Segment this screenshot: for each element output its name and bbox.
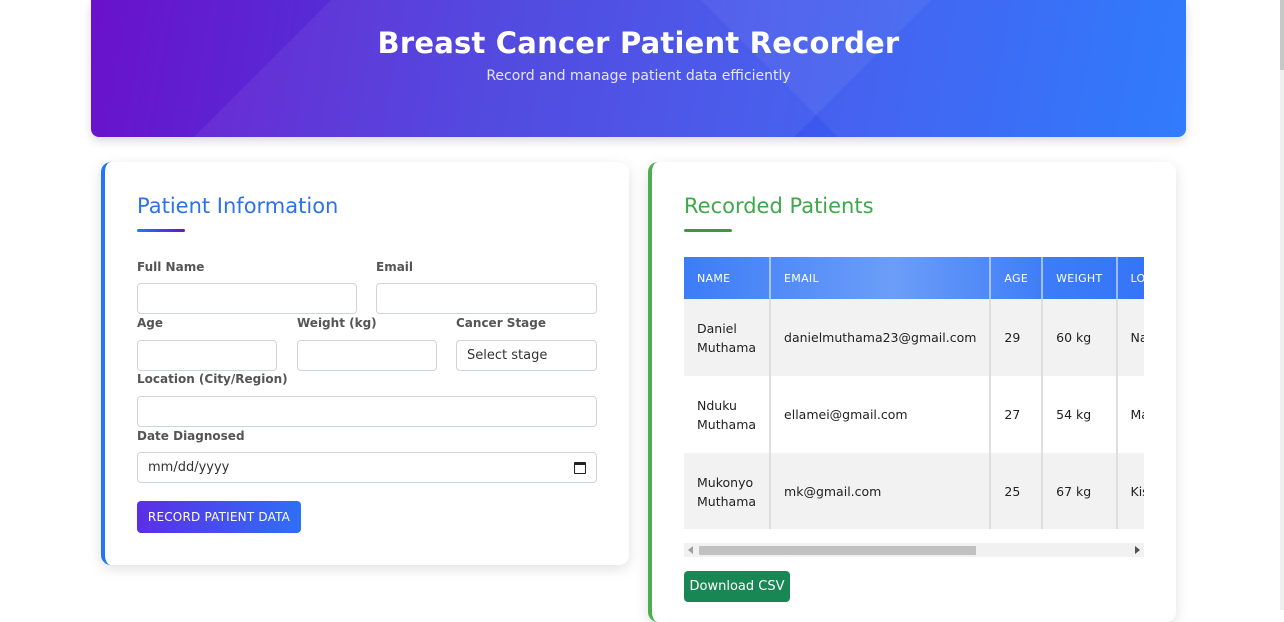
email-label: Email	[376, 260, 414, 274]
cell-age: 27	[990, 376, 1044, 453]
age-label: Age	[137, 316, 164, 330]
cell-location: Machakos	[1116, 376, 1144, 453]
cell-name: Daniel Muthama	[684, 299, 772, 376]
full-name-label: Full Name	[137, 260, 205, 274]
download-csv-button[interactable]: Download CSV	[684, 571, 790, 602]
cell-weight: 67 kg	[1042, 453, 1118, 529]
scroll-left-icon[interactable]	[688, 546, 693, 554]
records-title: Recorded Patients	[684, 194, 874, 218]
table-row: Mukonyo Muthama mk@gmail.com 25 67 kg Ki…	[684, 453, 1144, 529]
location-label: Location (City/Region)	[137, 372, 288, 386]
scroll-right-icon[interactable]	[1135, 546, 1140, 554]
email-input[interactable]	[376, 283, 597, 314]
column-header-age: AGE	[990, 257, 1044, 299]
cell-email: danielmuthama23@gmail.com	[770, 299, 992, 376]
calendar-icon[interactable]	[574, 461, 586, 474]
date-diagnosed-label: Date Diagnosed	[137, 429, 245, 443]
cancer-stage-select[interactable]: Select stage	[456, 340, 597, 371]
weight-input[interactable]	[297, 340, 437, 371]
page-scrollbar[interactable]	[1280, 0, 1284, 610]
scrollbar-thumb[interactable]	[699, 546, 976, 555]
weight-label: Weight (kg)	[297, 316, 377, 330]
column-header-location: LOCATION	[1116, 257, 1144, 299]
table-horizontal-scrollbar[interactable]	[684, 543, 1144, 557]
table-row: Nduku Muthama ellamei@gmail.com 27 54 kg…	[684, 376, 1144, 453]
cell-name: Mukonyo Muthama	[684, 453, 772, 529]
page-scrollbar-thumb[interactable]	[1280, 0, 1284, 70]
cell-weight: 54 kg	[1042, 376, 1118, 453]
cell-age: 29	[990, 299, 1044, 376]
patients-table: NAME EMAIL AGE WEIGHT LOCATION Daniel Mu…	[684, 257, 1144, 529]
form-title: Patient Information	[137, 194, 339, 218]
form-title-underline	[137, 229, 185, 232]
patient-form-card: Patient Information Full Name Email Age …	[101, 162, 629, 565]
column-header-weight: WEIGHT	[1042, 257, 1118, 299]
page-title: Breast Cancer Patient Recorder	[377, 26, 900, 60]
cell-name: Nduku Muthama	[684, 376, 772, 453]
cell-email: ellamei@gmail.com	[770, 376, 992, 453]
patients-table-container[interactable]: NAME EMAIL AGE WEIGHT LOCATION Daniel Mu…	[684, 257, 1144, 529]
age-input[interactable]	[137, 340, 277, 371]
cell-age: 25	[990, 453, 1044, 529]
cancer-stage-label: Cancer Stage	[456, 316, 546, 330]
cancer-stage-selected: Select stage	[467, 348, 548, 363]
column-header-email: EMAIL	[770, 257, 992, 299]
table-row: Daniel Muthama danielmuthama23@gmail.com…	[684, 299, 1144, 376]
cell-location: Nairobi	[1116, 299, 1144, 376]
table-header-row: NAME EMAIL AGE WEIGHT LOCATION	[684, 257, 1144, 299]
recorded-patients-card: Recorded Patients NAME EMAIL AGE WEIGHT …	[648, 162, 1176, 622]
column-header-name: NAME	[684, 257, 772, 299]
records-title-underline	[684, 229, 732, 232]
cell-location: Kisumu	[1116, 453, 1144, 529]
page-subtitle: Record and manage patient data efficient…	[486, 68, 791, 84]
date-diagnosed-input[interactable]: mm/dd/yyyy	[137, 452, 597, 483]
page-header: Breast Cancer Patient Recorder Record an…	[91, 0, 1186, 137]
cell-email: mk@gmail.com	[770, 453, 992, 529]
cell-weight: 60 kg	[1042, 299, 1118, 376]
date-diagnosed-value: mm/dd/yyyy	[148, 460, 230, 475]
location-input[interactable]	[137, 396, 597, 427]
full-name-input[interactable]	[137, 283, 357, 314]
record-patient-button[interactable]: RECORD PATIENT DATA	[137, 501, 301, 533]
